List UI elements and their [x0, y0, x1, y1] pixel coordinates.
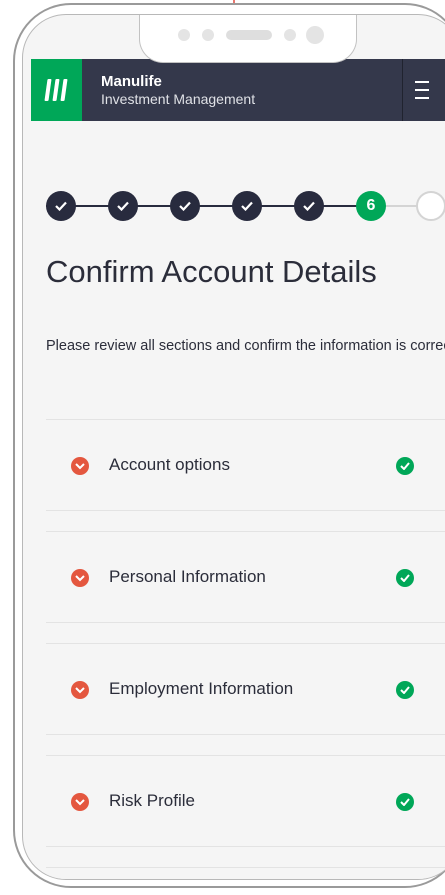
chevron-down-icon[interactable] — [71, 793, 89, 811]
chevron-down-icon[interactable] — [71, 569, 89, 587]
manulife-logo[interactable] — [31, 59, 82, 121]
step-2-complete[interactable] — [108, 191, 138, 221]
section-risk-profile[interactable]: Risk Profile — [46, 756, 445, 846]
chevron-down-icon[interactable] — [71, 681, 89, 699]
check-icon — [117, 201, 129, 211]
chevron-down-icon[interactable] — [71, 457, 89, 475]
app-header: Manulife Investment Management — [31, 59, 445, 121]
phone-notch — [139, 15, 357, 63]
hamburger-menu-icon[interactable] — [415, 81, 429, 99]
section-personal-information[interactable]: Personal Information — [46, 532, 445, 622]
check-icon — [303, 201, 315, 211]
section-label: Employment Information — [109, 679, 294, 698]
section-employment-information[interactable]: Employment Information — [46, 644, 445, 734]
main-content: 6 Confirm Account Details Please review … — [31, 121, 445, 879]
check-circle-icon — [396, 457, 414, 475]
step-7-pending — [416, 191, 445, 221]
section-label: Risk Profile — [109, 791, 195, 810]
section-account-options[interactable]: Account options — [46, 420, 445, 510]
step-current[interactable]: 6 — [356, 191, 386, 221]
brand-subtitle: Investment Management — [101, 91, 256, 107]
check-icon — [55, 201, 67, 211]
menu-separator — [402, 59, 403, 121]
phone-screen: Manulife Investment Management 6 Confirm… — [22, 14, 445, 880]
brand-name: Manulife — [101, 73, 162, 90]
check-circle-icon — [396, 569, 414, 587]
step-1-complete[interactable] — [46, 191, 76, 221]
step-3-complete[interactable] — [170, 191, 200, 221]
check-circle-icon — [396, 681, 414, 699]
review-sections: Account options Personal Information Emp… — [46, 419, 445, 868]
step-5-complete[interactable] — [294, 191, 324, 221]
check-icon — [179, 201, 191, 211]
section-label: Account options — [109, 455, 230, 474]
check-circle-icon — [396, 793, 414, 811]
progress-stepper: 6 — [31, 121, 445, 221]
page-title: Confirm Account Details — [46, 254, 377, 289]
check-icon — [241, 201, 253, 211]
step-4-complete[interactable] — [232, 191, 262, 221]
page-subtitle: Please review all sections and confirm t… — [46, 338, 445, 354]
section-label: Personal Information — [109, 567, 266, 586]
